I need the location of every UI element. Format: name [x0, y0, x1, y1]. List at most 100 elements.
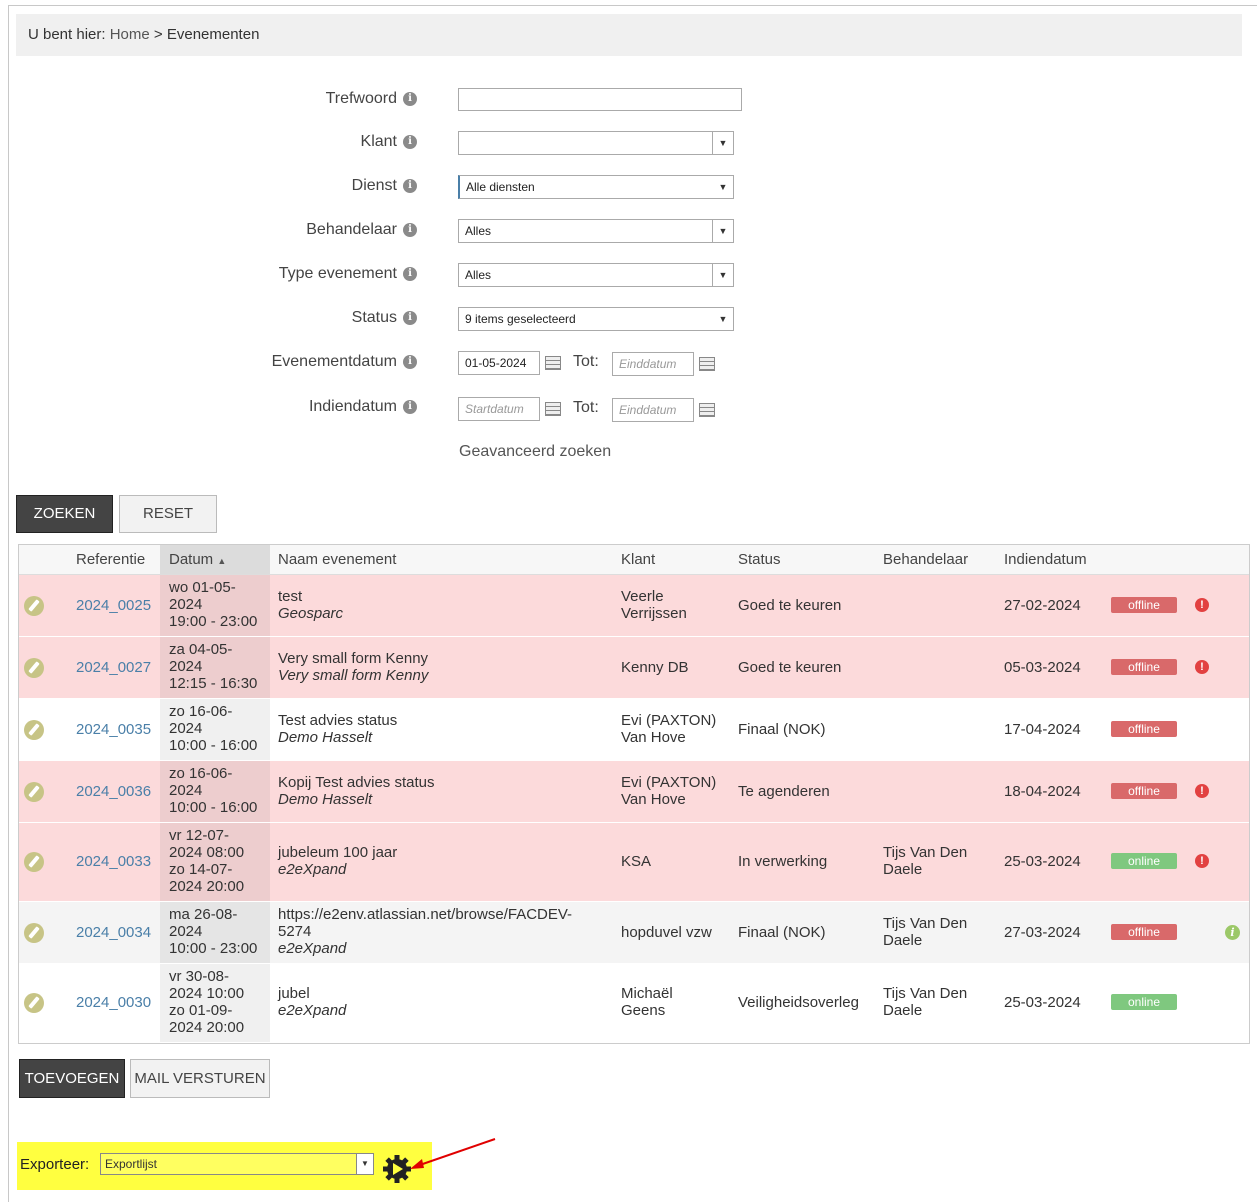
export-select[interactable]: Exportlijst ▼ — [100, 1153, 374, 1175]
type-evenement-label: Type evenement i — [279, 265, 417, 283]
header-status[interactable]: Status — [738, 551, 781, 568]
chevron-down-icon: ▼ — [712, 220, 733, 242]
calendar-icon[interactable] — [699, 357, 715, 371]
info-icon[interactable]: i — [403, 179, 417, 193]
info-icon[interactable]: i — [403, 400, 417, 414]
table-row[interactable]: 2024_0036 zo 16-06- 2024 10:00 - 16:00 Kop… — [19, 761, 1249, 823]
warning-icon[interactable]: ! — [1195, 784, 1209, 798]
status-badge: offline — [1111, 783, 1177, 799]
dienst-select[interactable]: Alle diensten ▼ — [458, 175, 734, 199]
chevron-down-icon: ▼ — [712, 132, 733, 154]
row-klant: Veerle Verrijssen — [621, 588, 687, 622]
calendar-icon[interactable] — [545, 356, 561, 370]
header-indiendatum[interactable]: Indiendatum — [1004, 551, 1087, 568]
chevron-down-icon: ▼ — [718, 182, 728, 192]
calendar-icon[interactable] — [699, 403, 715, 417]
warning-icon[interactable]: ! — [1195, 854, 1209, 868]
row-indiendatum: 25-03-2024 — [1004, 994, 1081, 1011]
status-select[interactable]: 9 items geselecteerd ▼ — [458, 307, 734, 331]
calendar-icon[interactable] — [545, 402, 561, 416]
klant-select[interactable]: ▼ — [458, 131, 734, 155]
info-icon[interactable]: i — [1225, 925, 1240, 940]
row-referentie[interactable]: 2024_0025 — [76, 597, 151, 614]
behandelaar-select[interactable]: Alles ▼ — [458, 219, 734, 243]
row-status: Goed te keuren — [738, 597, 842, 614]
row-behandelaar: Tijs Van Den Daele — [883, 844, 968, 878]
info-icon[interactable]: i — [403, 92, 417, 106]
row-status: Goed te keuren — [738, 659, 842, 676]
row-referentie[interactable]: 2024_0033 — [76, 853, 151, 870]
chevron-down-icon: ▼ — [718, 314, 728, 324]
evenementdatum-end[interactable]: Einddatum — [612, 352, 694, 376]
row-indiendatum: 17-04-2024 — [1004, 721, 1081, 738]
header-naam[interactable]: Naam evenement — [278, 551, 396, 568]
row-referentie[interactable]: 2024_0027 — [76, 659, 151, 676]
row-naam: Very small form Kenny Very small form Ken… — [278, 650, 429, 684]
mail-versturen-button[interactable]: MAIL VERSTUREN — [130, 1059, 270, 1098]
edit-icon[interactable] — [24, 720, 44, 740]
edit-icon[interactable] — [24, 596, 44, 616]
row-klant: hopduvel vzw — [621, 924, 712, 941]
indiendatum-end[interactable]: Einddatum — [612, 398, 694, 422]
warning-icon[interactable]: ! — [1195, 660, 1209, 674]
edit-icon[interactable] — [24, 923, 44, 943]
row-referentie[interactable]: 2024_0030 — [76, 994, 151, 1011]
info-icon[interactable]: i — [403, 355, 417, 369]
row-status: Veiligheidsoverleg — [738, 994, 859, 1011]
evenementdatum-start[interactable]: 01-05-2024 — [458, 351, 540, 375]
breadcrumb-prefix: U bent hier: — [28, 26, 106, 43]
table-row[interactable]: 2024_0027 za 04-05- 2024 12:15 - 16:30 Ver… — [19, 637, 1249, 699]
events-table: Referentie Datum ▲ Naam evenement Klant … — [18, 544, 1250, 1044]
row-datum: ma 26-08- 2024 10:00 - 23:00 — [169, 906, 258, 957]
table-row[interactable]: 2024_0033 vr 12-07- 2024 08:00 zo 14-07- 20… — [19, 823, 1249, 902]
row-naam: https://e2env.atlassian.net/browse/FACDE… — [278, 906, 573, 957]
table-row[interactable]: 2024_0035 zo 16-06- 2024 10:00 - 16:00 Tes… — [19, 699, 1249, 761]
row-indiendatum: 05-03-2024 — [1004, 659, 1081, 676]
row-klant: KSA — [621, 853, 652, 870]
indiendatum-start[interactable]: Startdatum — [458, 397, 540, 421]
reset-button[interactable]: RESET — [119, 495, 217, 533]
row-referentie[interactable]: 2024_0036 — [76, 783, 151, 800]
header-referentie[interactable]: Referentie — [76, 551, 145, 568]
row-referentie[interactable]: 2024_0035 — [76, 721, 151, 738]
row-indiendatum: 27-03-2024 — [1004, 924, 1081, 941]
warning-icon[interactable]: ! — [1195, 598, 1209, 612]
header-klant[interactable]: Klant — [621, 551, 655, 568]
table-row[interactable]: 2024_0025 wo 01-05- 2024 19:00 - 23:00 tes… — [19, 575, 1249, 637]
info-icon[interactable]: i — [403, 267, 417, 281]
edit-icon[interactable] — [24, 993, 44, 1013]
edit-icon[interactable] — [24, 658, 44, 678]
chevron-down-icon: ▼ — [712, 264, 733, 286]
row-status: Te agenderen — [738, 783, 830, 800]
edit-icon[interactable] — [24, 782, 44, 802]
row-naam: jubeleum 100 jaar e2eXpand — [278, 844, 398, 878]
annotation-arrow — [410, 1138, 496, 1169]
row-status: Finaal (NOK) — [738, 721, 826, 738]
row-referentie[interactable]: 2024_0034 — [76, 924, 151, 941]
export-label: Exporteer: — [20, 1156, 90, 1173]
row-behandelaar: Tijs Van Den Daele — [883, 915, 968, 949]
breadcrumb-home-link[interactable]: Home — [110, 26, 150, 43]
toevoegen-button[interactable]: TOEVOEGEN — [19, 1059, 125, 1098]
klant-label: Klant i — [361, 133, 417, 151]
info-icon[interactable]: i — [403, 223, 417, 237]
zoeken-button[interactable]: ZOEKEN — [16, 495, 113, 533]
info-icon[interactable]: i — [403, 311, 417, 325]
trefwoord-input[interactable] — [458, 88, 742, 111]
row-datum: zo 16-06- 2024 10:00 - 16:00 — [169, 765, 258, 816]
info-icon[interactable]: i — [403, 135, 417, 149]
table-row[interactable]: 2024_0030 vr 30-08- 2024 10:00 zo 01-09- 20… — [19, 964, 1249, 1043]
status-label: Status i — [352, 309, 417, 327]
edit-icon[interactable] — [24, 852, 44, 872]
header-datum[interactable]: Datum ▲ — [169, 551, 226, 568]
table-row[interactable]: 2024_0034 ma 26-08- 2024 10:00 - 23:00 htt… — [19, 902, 1249, 964]
row-klant: Evi (PAXTON) Van Hove — [621, 712, 717, 746]
export-bar: Exporteer: Exportlijst ▼ — [17, 1142, 432, 1190]
status-badge: offline — [1111, 597, 1177, 613]
header-behandelaar[interactable]: Behandelaar — [883, 551, 968, 568]
breadcrumb-current: Evenementen — [166, 26, 260, 43]
status-badge: online — [1111, 994, 1177, 1010]
type-evenement-select[interactable]: Alles ▼ — [458, 263, 734, 287]
row-indiendatum: 27-02-2024 — [1004, 597, 1081, 614]
advanced-search-link[interactable]: Geavanceerd zoeken — [459, 443, 611, 461]
